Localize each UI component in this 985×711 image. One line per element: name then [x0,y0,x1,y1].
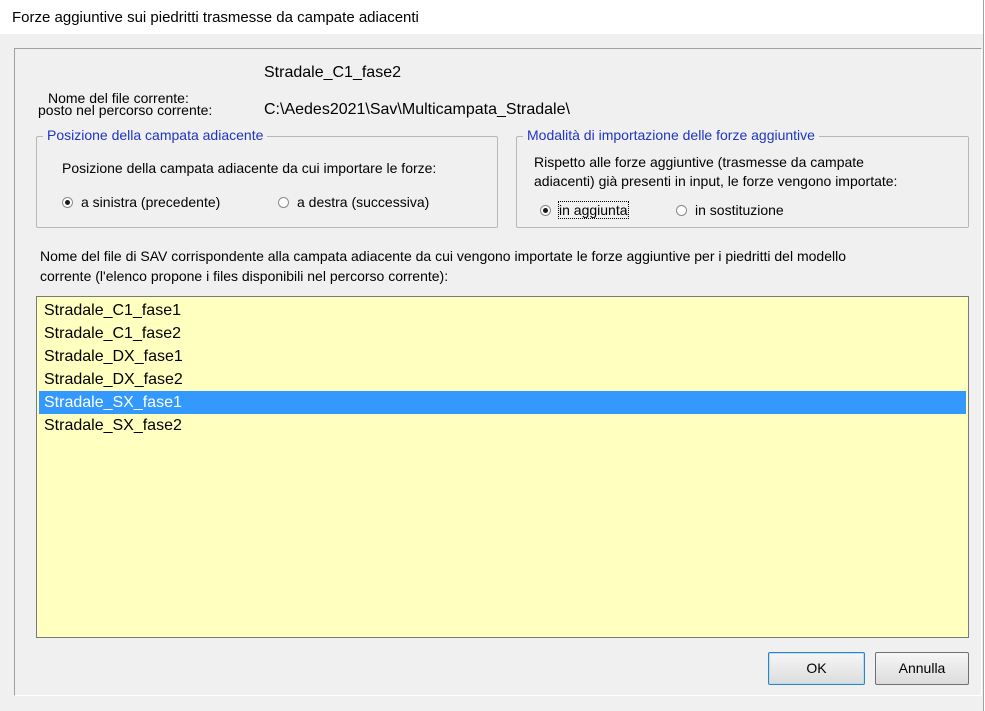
radio-in-addition-label: in aggiunta [558,201,629,219]
radio-right-next[interactable]: a destra (successiva) [278,194,429,210]
position-groupbox: Posizione della campata adiacente [36,127,498,228]
file-listbox[interactable]: Stradale_C1_fase1 Stradale_C1_fase2 Stra… [36,296,969,638]
file-name-value: Stradale_C1_fase2 [264,64,401,81]
list-item[interactable]: Stradale_DX_fase2 [39,368,966,391]
ok-button[interactable]: OK [768,652,865,685]
list-item-selected[interactable]: Stradale_SX_fase1 [39,391,966,414]
mode-description-line2: adiacenti) già presenti in input, le for… [534,173,898,189]
radio-unchecked-icon [278,196,289,208]
list-item[interactable]: Stradale_DX_fase1 [39,345,966,368]
mode-group-legend: Modalità di importazione delle forze agg… [523,127,819,143]
radio-checked-icon [540,204,551,216]
radio-unchecked-icon [676,204,687,216]
file-path-label: posto nel percorso corrente: [38,102,213,118]
title-bar[interactable]: Forze aggiuntive sui piedritti trasmesse… [0,0,983,34]
position-description: Posizione della campata adiacente da cui… [62,160,437,176]
list-item[interactable]: Stradale_C1_fase2 [39,322,966,345]
file-list-description: Nome del file di SAV corrispondente alla… [40,246,970,286]
list-item[interactable]: Stradale_SX_fase2 [39,414,966,437]
radio-in-replacement[interactable]: in sostituzione [676,202,784,218]
radio-left-previous[interactable]: a sinistra (precedente) [62,194,220,210]
window-title: Forze aggiuntive sui piedritti trasmesse… [12,9,419,26]
radio-checked-icon [62,196,73,208]
mode-description-line1: Rispetto alle forze aggiuntive (trasmess… [534,154,864,170]
cancel-button[interactable]: Annulla [875,652,969,685]
radio-in-replacement-label: in sostituzione [695,202,784,218]
file-list-description-line1: Nome del file di SAV corrispondente alla… [40,248,846,264]
file-list-description-line2: corrente (l'elenco propone i files dispo… [40,268,449,284]
radio-left-label: a sinistra (precedente) [81,194,221,210]
dialog-window: Forze aggiuntive sui piedritti trasmesse… [0,0,984,711]
list-item[interactable]: Stradale_C1_fase1 [39,299,966,322]
file-path-value: C:\Aedes2021\Sav\Multicampata_Stradale\ [264,101,570,118]
radio-right-label: a destra (successiva) [297,194,430,210]
position-group-legend: Posizione della campata adiacente [43,127,268,143]
radio-in-addition[interactable]: in aggiunta [540,201,629,219]
